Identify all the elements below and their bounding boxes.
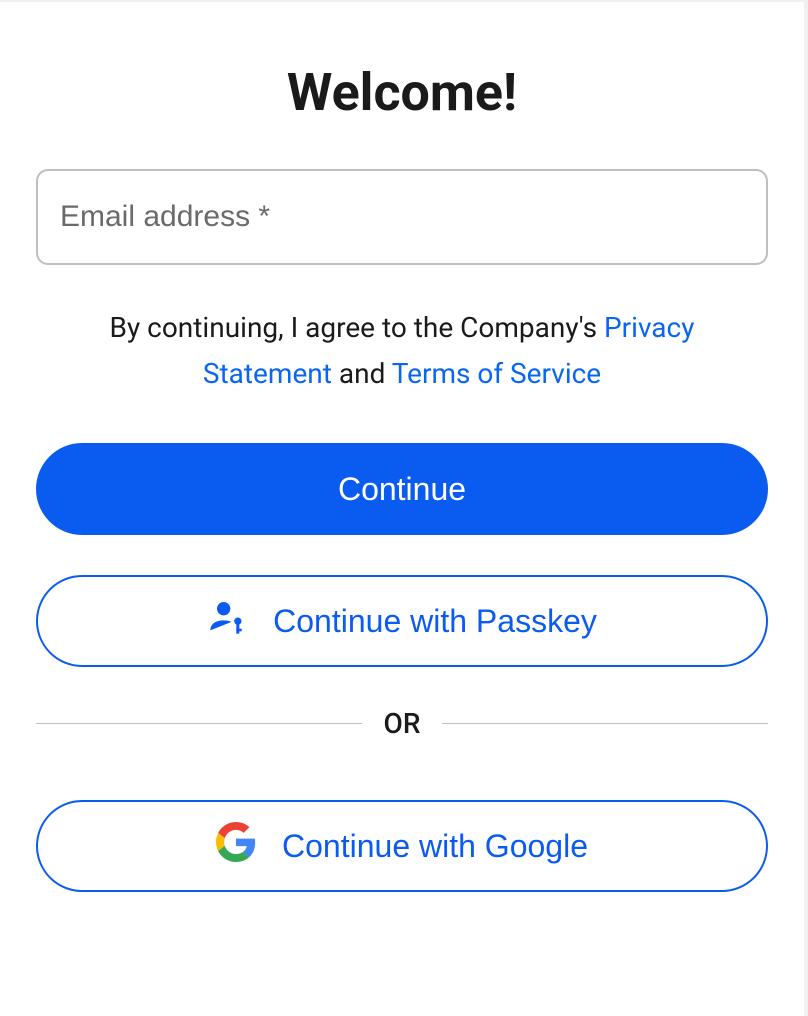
google-button[interactable]: Continue with Google <box>36 800 768 892</box>
divider-line-right <box>442 723 768 724</box>
divider: OR <box>36 707 768 740</box>
agreement-joiner: and <box>339 357 385 390</box>
continue-button[interactable]: Continue <box>36 443 768 535</box>
terms-of-service-link[interactable]: Terms of Service <box>392 357 601 390</box>
page-title: Welcome! <box>287 62 517 123</box>
passkey-button[interactable]: Continue with Passkey <box>36 575 768 667</box>
divider-text: OR <box>362 707 443 740</box>
divider-line-left <box>36 723 362 724</box>
passkey-icon <box>207 597 247 645</box>
google-icon <box>216 822 256 870</box>
agreement-prefix: By continuing, I agree to the Company's <box>110 311 597 344</box>
agreement-text: By continuing, I agree to the Company's … <box>52 305 752 397</box>
passkey-button-label: Continue with Passkey <box>273 603 597 640</box>
email-field[interactable] <box>36 169 768 265</box>
google-button-label: Continue with Google <box>282 828 588 865</box>
